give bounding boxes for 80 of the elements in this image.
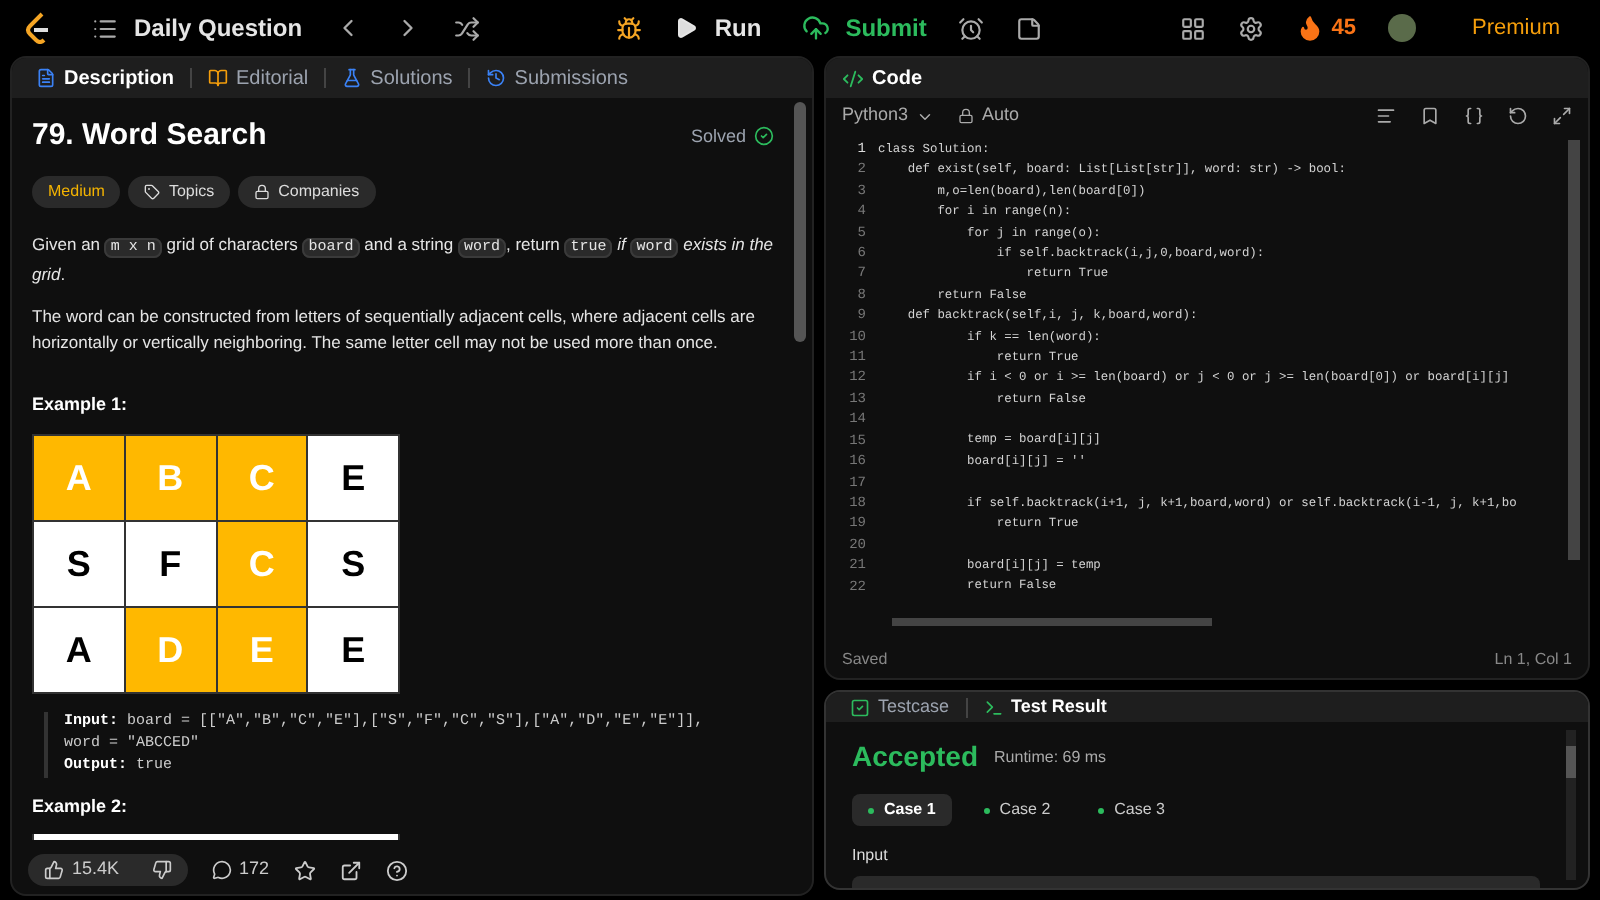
comments-button[interactable]: 172	[211, 856, 270, 884]
document-icon	[36, 68, 56, 88]
runtime: Runtime: 69 ms	[994, 745, 1107, 769]
help-icon[interactable]	[385, 859, 408, 881]
grid-cell: E	[308, 608, 398, 692]
case-tab[interactable]: Case 1	[852, 794, 952, 826]
format-icon[interactable]	[1376, 106, 1396, 126]
thumbs-down-icon	[151, 860, 172, 880]
case-tab[interactable]: Case 3	[1082, 794, 1182, 826]
grid-cell: F	[125, 522, 215, 606]
scrollbar-thumb[interactable]	[794, 102, 806, 342]
submit-button[interactable]: Submit	[801, 10, 927, 46]
case-tab[interactable]: Case 2	[967, 794, 1067, 826]
language-dropdown[interactable]: Python3	[842, 102, 935, 130]
panel-tab[interactable]: Solutions	[334, 63, 461, 93]
premium-link[interactable]: Premium	[1472, 11, 1561, 45]
star-icon[interactable]	[293, 859, 316, 881]
grid-icon[interactable]	[1179, 15, 1206, 41]
panel-tab[interactable]: Testcase	[842, 693, 958, 721]
grid-cell: E	[308, 436, 398, 520]
expand-icon[interactable]	[1552, 106, 1572, 126]
grid-cell: A	[34, 608, 124, 692]
grid-cell: B	[125, 436, 215, 520]
avatar[interactable]	[1388, 14, 1416, 42]
checkbox-icon	[850, 697, 870, 717]
description-paragraph: The word can be constructed from letters of sequentially adjacent cells, where adjacent cells are horizontally or vertically neighboring. The same letter cell may not be used more than once.	[32, 303, 757, 355]
panel-tab[interactable]: Editorial	[200, 63, 317, 93]
thumbs-up-icon	[44, 860, 64, 880]
grid-cell: C	[217, 522, 307, 606]
history-icon	[486, 68, 507, 88]
tag-button[interactable]: Companies	[238, 175, 376, 207]
comment-icon	[211, 860, 232, 880]
alarm-clock-icon[interactable]	[958, 15, 985, 41]
solved-status: Solved	[690, 123, 774, 150]
page-title[interactable]: Daily Question	[134, 10, 303, 46]
check-icon	[754, 126, 774, 147]
terminal-icon	[983, 697, 1004, 717]
example-heading: Example 2:	[32, 794, 130, 820]
tag-button[interactable]: Topics	[128, 175, 231, 207]
panel-title: Code	[872, 65, 922, 93]
bug-icon[interactable]	[616, 15, 643, 41]
grid-cell: C	[217, 436, 307, 520]
example-heading: Example 1:	[32, 391, 130, 418]
list-icon[interactable]	[92, 15, 118, 41]
grid-cell: A	[34, 436, 124, 520]
book-icon	[208, 68, 229, 88]
input-label: Input	[852, 844, 890, 868]
save-status: Saved	[842, 648, 888, 672]
grid-cell: D	[125, 608, 215, 692]
problem-title: 79. Word Search	[32, 116, 267, 156]
panel-tab[interactable]: Submissions	[478, 63, 636, 93]
settings-icon[interactable]	[1237, 15, 1264, 41]
lock-icon	[958, 108, 975, 124]
scrollbar-thumb[interactable]	[1568, 140, 1580, 560]
grid-cell: S	[308, 522, 398, 606]
run-button[interactable]: Run	[674, 10, 762, 46]
auto-mode: Auto	[958, 102, 1020, 130]
grid-cell: E	[217, 608, 307, 692]
code-icon	[842, 67, 864, 89]
lock-icon	[254, 183, 271, 199]
share-icon[interactable]	[339, 859, 362, 881]
verdict: Accepted	[852, 738, 979, 776]
scrollbar-thumb[interactable]	[1566, 746, 1576, 778]
logo-icon[interactable]	[24, 12, 52, 44]
bookmark-icon[interactable]	[1420, 106, 1440, 126]
grid-cell: S	[34, 522, 124, 606]
panel-tab[interactable]: Test Result	[975, 693, 1115, 721]
flask-icon	[342, 68, 363, 88]
streak-count: 45	[1331, 13, 1356, 44]
note-icon[interactable]	[1016, 15, 1043, 41]
reset-icon[interactable]	[1508, 106, 1528, 126]
braces-icon[interactable]	[1464, 106, 1484, 126]
cloud-upload-icon	[801, 14, 830, 42]
panel-tab[interactable]: Description	[28, 63, 183, 93]
cursor-position: Ln 1, Col 1	[1494, 648, 1572, 672]
shuffle-icon[interactable]	[454, 15, 481, 41]
tag-icon	[144, 183, 161, 199]
difficulty-badge[interactable]: Medium	[32, 175, 121, 207]
play-icon	[674, 16, 699, 40]
flame-icon	[1295, 14, 1324, 42]
